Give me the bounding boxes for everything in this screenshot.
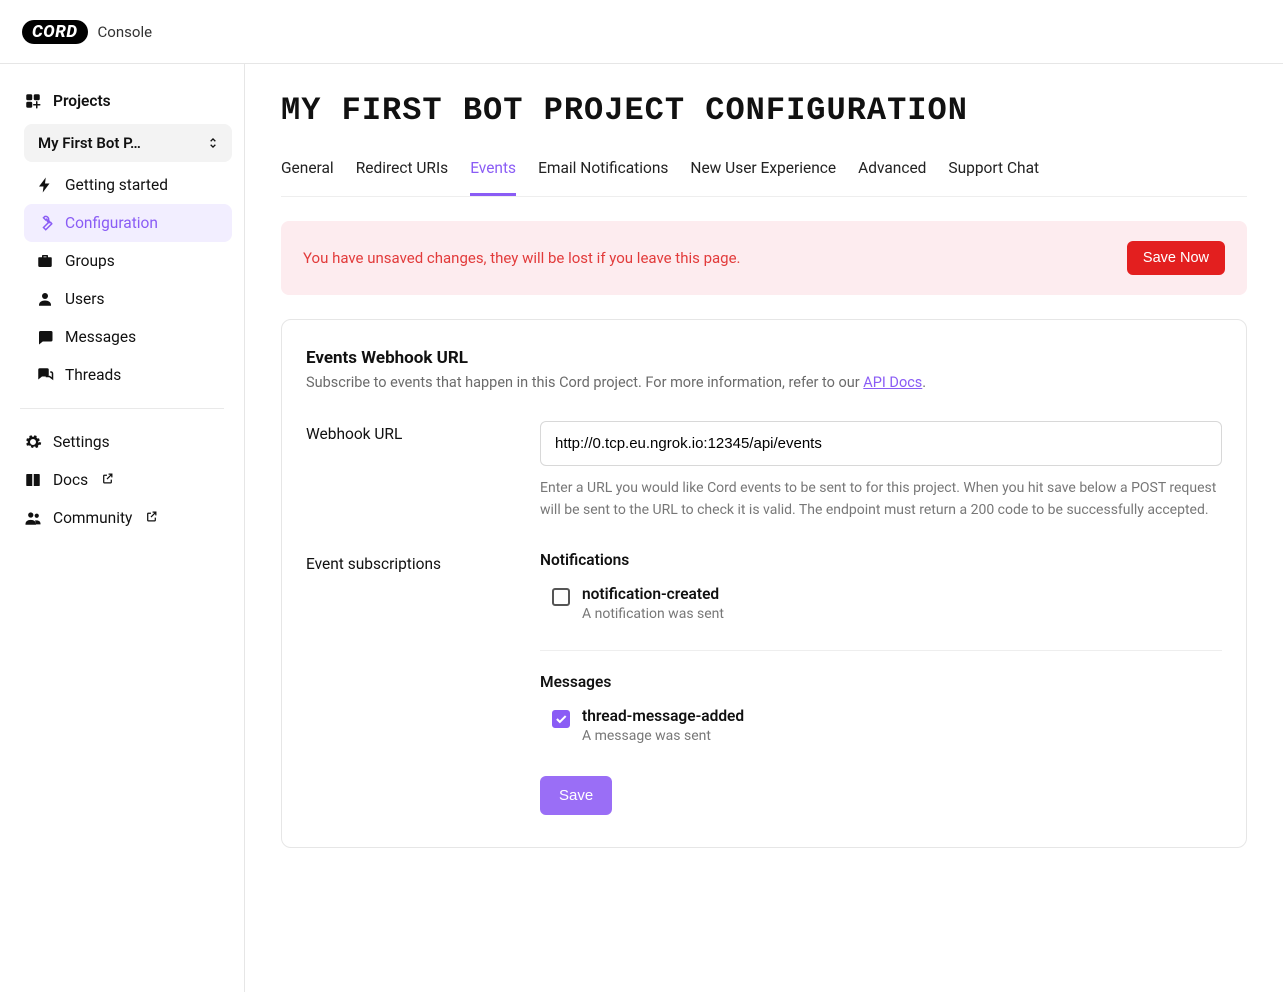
webhook-url-input[interactable] — [540, 421, 1222, 466]
subscription-title: notification-created — [582, 585, 724, 603]
tab-redirect-uris[interactable]: Redirect URIs — [356, 147, 448, 196]
sidebar-item-label: Docs — [53, 471, 88, 489]
sidebar-item-label: Groups — [65, 252, 115, 270]
webhook-url-help: Enter a URL you would like Cord events t… — [540, 478, 1222, 521]
events-card-title: Events Webhook URL — [306, 348, 1222, 368]
tab-general[interactable]: General — [281, 147, 334, 196]
bolt-icon — [36, 176, 54, 194]
sidebar-item-settings[interactable]: Settings — [12, 423, 232, 461]
sidebar-projects-label: Projects — [53, 92, 111, 110]
sidebar-item-messages[interactable]: Messages — [24, 318, 232, 356]
api-docs-link[interactable]: API Docs — [863, 374, 922, 391]
briefcase-icon — [36, 252, 54, 270]
sidebar-item-label: Messages — [65, 328, 136, 346]
subscription-group-heading: Messages — [540, 673, 1222, 691]
console-label: Console — [98, 23, 153, 41]
sidebar-item-label: Users — [65, 290, 105, 308]
subscription-notification-created: notification-created A notification was s… — [540, 583, 1222, 628]
events-card-subtitle: Subscribe to events that happen in this … — [306, 374, 1222, 391]
user-icon — [36, 290, 54, 308]
sidebar-item-label: Settings — [53, 433, 110, 451]
subscription-desc: A message was sent — [582, 728, 744, 744]
event-subscriptions-label: Event subscriptions — [306, 551, 512, 815]
sidebar-item-docs[interactable]: Docs — [12, 461, 232, 499]
sidebar-projects[interactable]: Projects — [12, 82, 232, 120]
page-title: MY FIRST BOT PROJECT CONFIGURATION — [281, 92, 1247, 129]
message-icon — [36, 328, 54, 346]
tabs: General Redirect URIs Events Email Notifica… — [281, 147, 1247, 197]
sidebar-item-getting-started[interactable]: Getting started — [24, 166, 232, 204]
sidebar: Projects My First Bot P… Getting started… — [0, 64, 245, 992]
sidebar-item-threads[interactable]: Threads — [24, 356, 232, 394]
sidebar-item-configuration[interactable]: Configuration — [24, 204, 232, 242]
tab-email-notifications[interactable]: Email Notifications — [538, 147, 668, 196]
gear-icon — [24, 433, 42, 451]
sidebar-item-community[interactable]: Community — [12, 499, 232, 537]
sidebar-item-label: Getting started — [65, 176, 168, 194]
project-selector-name: My First Bot P… — [38, 134, 141, 152]
checkbox-notification-created[interactable] — [552, 588, 570, 606]
subscription-group-heading: Notifications — [540, 551, 1222, 569]
unsaved-alert-text: You have unsaved changes, they will be l… — [303, 249, 740, 267]
people-icon — [24, 509, 42, 527]
external-link-icon — [143, 509, 158, 527]
sidebar-item-users[interactable]: Users — [24, 280, 232, 318]
topbar: CORD Console — [0, 0, 1283, 64]
logo-badge: CORD — [22, 20, 88, 44]
tab-events[interactable]: Events — [470, 147, 516, 196]
book-icon — [24, 471, 42, 489]
save-button[interactable]: Save — [540, 776, 612, 815]
checkbox-thread-message-added[interactable] — [552, 710, 570, 728]
subscription-title: thread-message-added — [582, 707, 744, 725]
content: MY FIRST BOT PROJECT CONFIGURATION Gener… — [245, 64, 1283, 992]
subscription-desc: A notification was sent — [582, 606, 724, 622]
project-selector[interactable]: My First Bot P… — [24, 124, 232, 162]
tab-new-user-experience[interactable]: New User Experience — [690, 147, 836, 196]
tab-support-chat[interactable]: Support Chat — [948, 147, 1039, 196]
sidebar-item-label: Community — [53, 509, 132, 527]
save-now-button[interactable]: Save Now — [1127, 241, 1225, 275]
unsaved-alert: You have unsaved changes, they will be l… — [281, 221, 1247, 295]
events-card: Events Webhook URL Subscribe to events t… — [281, 319, 1247, 848]
sidebar-item-label: Threads — [65, 366, 121, 384]
external-link-icon — [99, 471, 114, 489]
wrench-icon — [36, 214, 54, 232]
subscription-thread-message-added: thread-message-added A message was sent — [540, 705, 1222, 750]
webhook-url-label: Webhook URL — [306, 421, 512, 521]
chevron-up-down-icon — [204, 134, 222, 152]
threads-icon — [36, 366, 54, 384]
sidebar-item-groups[interactable]: Groups — [24, 242, 232, 280]
divider — [540, 650, 1222, 651]
grid-icon — [24, 92, 42, 110]
tab-advanced[interactable]: Advanced — [858, 147, 926, 196]
sidebar-item-label: Configuration — [65, 214, 158, 232]
